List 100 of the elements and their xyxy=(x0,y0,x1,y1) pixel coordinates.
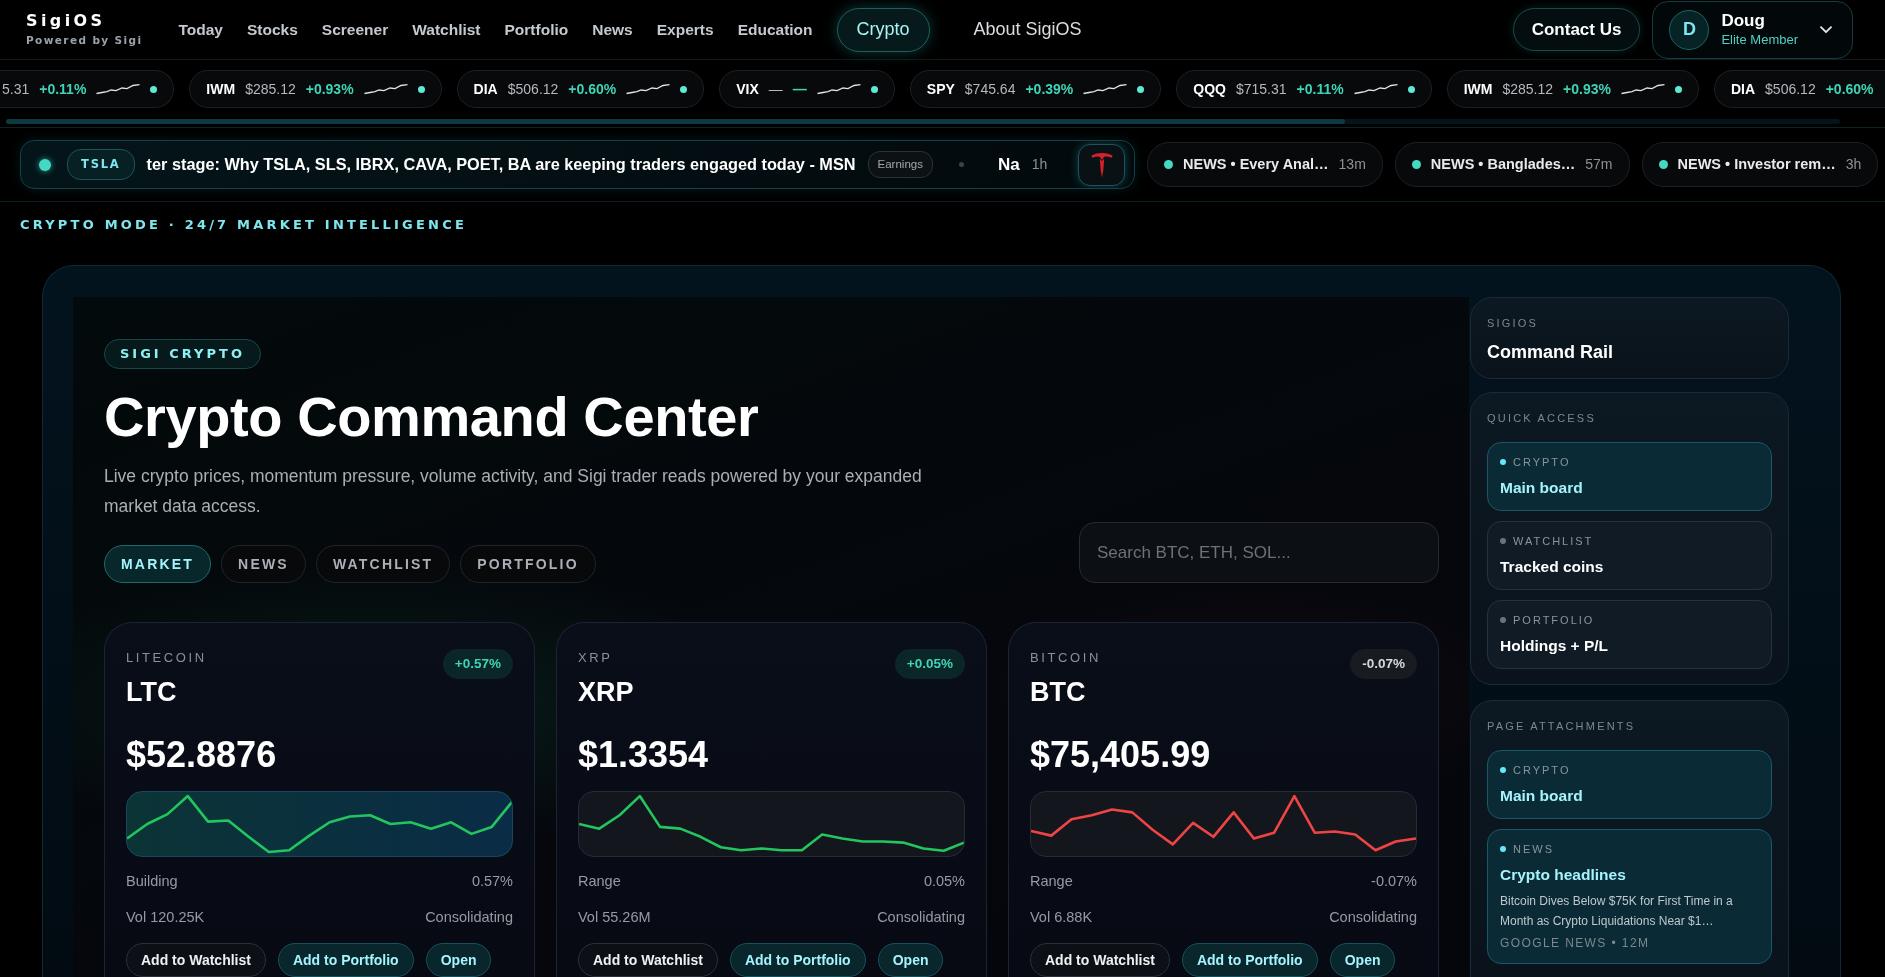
trend-label: Building xyxy=(126,872,178,891)
status-label: Consolidating xyxy=(1329,908,1417,927)
ticker-chip[interactable]: DIA $506.12 +0.60% xyxy=(456,70,705,108)
nav-link[interactable]: Screener xyxy=(321,17,389,42)
rail-link[interactable]: NEWS Crypto headlines Bitcoin Dives Below $75K for First Time in a Month as Crypto Liquidations Near $1… GOOGLE NEWS • 12M xyxy=(1487,829,1772,964)
ticker-symbol: IWM xyxy=(1463,79,1493,99)
nav-link[interactable]: News xyxy=(592,17,633,42)
ticker-change: +0.11% xyxy=(39,79,87,99)
status-dot-icon xyxy=(150,85,158,93)
action-button[interactable]: Add to Watchlist xyxy=(1030,943,1170,977)
coin-name: LITECOIN xyxy=(126,649,207,667)
rail-link[interactable]: WATCHLIST Tracked coins xyxy=(1487,521,1772,590)
ticker-price: — xyxy=(768,79,783,99)
ticker-chip[interactable]: IWM $285.12 +0.93% xyxy=(189,70,442,108)
status-dot-icon xyxy=(1164,160,1173,169)
ticker-change: +0.39% xyxy=(1025,79,1074,99)
rail-link[interactable]: CRYPTO Main board xyxy=(1487,750,1772,819)
coin-symbol: LTC xyxy=(126,676,178,709)
news-age: 13m xyxy=(1338,155,1366,174)
ticker-chip[interactable]: IWM $285.12 +0.93% xyxy=(1446,70,1699,108)
news-chip-title: NEWS • Every Anal… xyxy=(1183,154,1329,174)
ticker-chip[interactable]: 5.31 +0.11% xyxy=(0,70,175,108)
status-dot-icon xyxy=(680,85,688,93)
symbol-tag[interactable]: TSLA xyxy=(67,148,135,181)
rail-title: Command Rail xyxy=(1487,341,1615,363)
status-dot-icon xyxy=(1500,617,1506,623)
news-chip[interactable]: NEWS • Banglades… 57m xyxy=(1394,142,1630,187)
news-chip-title: NEWS • Banglades… xyxy=(1430,154,1576,174)
ticker-chip[interactable]: VIX — — xyxy=(719,70,895,108)
sparkline-icon xyxy=(96,83,141,95)
mode-heading: CRYPTO MODE · 24/7 MARKET INTELLIGENCE xyxy=(20,217,467,232)
news-age: 3h xyxy=(1845,155,1862,174)
user-avatar: D xyxy=(1669,9,1710,50)
ticker-change: +0.60% xyxy=(568,79,617,99)
section-badge: SIGI CRYPTO xyxy=(104,339,261,369)
link-title: Crypto headlines xyxy=(1500,865,1627,885)
nav-link[interactable]: Watchlist xyxy=(412,17,481,42)
link-category: CRYPTO xyxy=(1513,455,1571,470)
ticker-chip[interactable]: DIA $506.12 +0.60% xyxy=(1713,70,1885,108)
chevron-down-icon xyxy=(1820,25,1832,34)
ticker-chip[interactable]: SPY $745.64 +0.39% xyxy=(909,70,1162,108)
link-title: Holdings + P/L xyxy=(1500,636,1610,656)
coin-price: $75,405.99 xyxy=(1030,733,1212,777)
user-menu[interactable]: D Doug Elite Member xyxy=(1652,0,1853,59)
action-button[interactable]: Add to Watchlist xyxy=(578,943,718,977)
link-category: PORTFOLIO xyxy=(1513,613,1595,628)
brand-tagline: Powered by Sigi xyxy=(26,33,143,47)
news-chip-title: NEWS • Investor rem… xyxy=(1677,154,1836,174)
news-headline[interactable]: ter stage: Why TSLA, SLS, IBRX, CAVA, POET, BA are keeping traders engaged today - MSN xyxy=(146,152,856,177)
horizontal-scrollbar[interactable] xyxy=(6,119,1840,124)
action-button[interactable]: Open xyxy=(1329,943,1396,977)
status-dot-icon xyxy=(1500,459,1506,465)
status-dot-icon xyxy=(1137,85,1145,93)
ticker-change: +0.11% xyxy=(1296,79,1344,99)
trend-change: 0.05% xyxy=(923,872,965,891)
action-button[interactable]: Add to Watchlist xyxy=(126,943,266,977)
link-title: Main board xyxy=(1500,786,1584,806)
rail-link[interactable]: CRYPTO Main board xyxy=(1487,442,1772,511)
action-button[interactable]: Open xyxy=(877,943,944,977)
action-button[interactable]: Add to Portfolio xyxy=(277,943,414,977)
contact-button[interactable]: Contact Us xyxy=(1512,8,1641,51)
action-button[interactable]: Open xyxy=(425,943,492,977)
nav-link[interactable]: About SigiOS xyxy=(953,7,1102,52)
tab[interactable]: PORTFOLIO xyxy=(460,545,596,583)
nav-link[interactable]: Stocks xyxy=(247,17,298,42)
ticker-change: +0.93% xyxy=(305,79,354,99)
tab[interactable]: MARKET xyxy=(104,545,212,583)
news-age: 57m xyxy=(1585,155,1613,174)
nav-link[interactable]: Portfolio xyxy=(504,17,569,42)
brand-name[interactable]: SigiOS xyxy=(26,12,143,30)
nav-link[interactable]: Today xyxy=(178,17,223,42)
status-dot-icon xyxy=(1407,85,1415,93)
ticker-price: $745.64 xyxy=(964,79,1016,99)
ticker-chip[interactable]: QQQ $715.31 +0.11% xyxy=(1176,70,1432,108)
news-chip[interactable]: NEWS • Every Anal… 13m xyxy=(1147,142,1383,187)
volume-label: Vol 120.25K xyxy=(126,908,205,927)
nav-link[interactable]: Crypto xyxy=(836,7,930,52)
nav-link[interactable]: Experts xyxy=(656,17,714,42)
coin-symbol: BTC xyxy=(1030,676,1087,709)
nav-link[interactable]: Education xyxy=(737,17,813,42)
t-logo-icon[interactable] xyxy=(1078,143,1125,186)
status-label: Consolidating xyxy=(425,908,513,927)
status-dot-icon xyxy=(1500,846,1506,852)
page-title: Crypto Command Center xyxy=(104,384,760,450)
ticker-price: $506.12 xyxy=(507,79,559,99)
rail-eyebrow: SIGIOS xyxy=(1487,316,1540,330)
tab[interactable]: NEWS xyxy=(221,545,306,583)
tab[interactable]: WATCHLIST xyxy=(315,545,451,583)
action-button[interactable]: Add to Portfolio xyxy=(729,943,866,977)
coin-price: $52.8876 xyxy=(126,733,278,777)
news-chip[interactable]: NEWS • Investor rem… 3h xyxy=(1641,142,1879,187)
ticker-price: $285.12 xyxy=(245,79,296,99)
ticker-price: 5.31 xyxy=(2,79,30,99)
status-label: Consolidating xyxy=(877,908,965,927)
news-headline[interactable]: Na xyxy=(997,151,1020,178)
search-field[interactable]: Search BTC, ETH, SOL... xyxy=(1079,522,1439,583)
rail-link[interactable]: PORTFOLIO Holdings + P/L xyxy=(1487,600,1772,669)
action-button[interactable]: Add to Portfolio xyxy=(1181,943,1318,977)
sparkline-icon xyxy=(1620,83,1665,95)
page-description: Live crypto prices, momentum pressure, volume activity, and Sigi trader reads powered by your expanded market data access. xyxy=(104,465,923,518)
